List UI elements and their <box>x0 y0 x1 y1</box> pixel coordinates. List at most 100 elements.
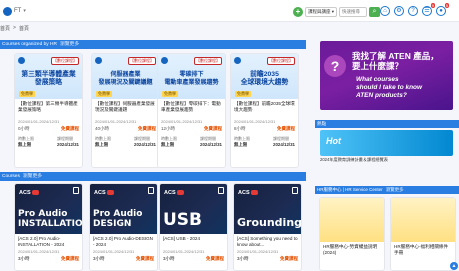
course-title[interactable]: 【數位課程】第三類半導體產業發展策略 <box>15 99 82 119</box>
bookmark-icon[interactable] <box>73 187 79 194</box>
bookmark-icon[interactable] <box>218 187 224 194</box>
aten-promo-banner[interactable]: ? 我找了解 ATEN 產品， 要上什麼課？ What courses shou… <box>320 41 453 110</box>
course-hours: 3小時 <box>93 256 105 261</box>
search-button[interactable]: ⌕ <box>369 6 381 17</box>
view-more-link[interactable]: 瀏覽更多 <box>23 174 42 179</box>
course-hours: 3小時 <box>163 256 175 261</box>
section-title: HR服務中心 | HR Service Center <box>317 187 383 192</box>
course-card[interactable]: ACS Pro Audio DESIGN [ACS 2.0] Pro Audio… <box>89 183 158 271</box>
course-card[interactable]: 【數位課程】 零碳排下 電動車產業發展趨勢 免費學 【數位課程】零碳排下：電動車… <box>157 53 226 168</box>
course-thumbnail: 【數位課程】 零碳排下 電動車產業發展趨勢 免費學 <box>158 54 225 99</box>
section-header-hot: 熱點 <box>315 120 459 128</box>
course-limit-label: 時數上限 <box>234 136 250 141</box>
scroll-to-top-button[interactable]: ▲ <box>450 262 458 270</box>
course-banner: 【數位課程】 <box>51 57 79 65</box>
course-period: 課程期間 2024/12/31 <box>57 136 79 148</box>
course-title[interactable]: [ACS 2.0] Pro Audio-INSTALLATION - 2024 <box>15 234 82 249</box>
notification-icon[interactable]: ☰ 9 <box>422 3 435 16</box>
user-icon[interactable]: ● 5 <box>436 3 449 16</box>
course-card[interactable]: ACS Grounding [ACS] Something you need t… <box>233 183 302 271</box>
course-period-label: 課程期間 <box>57 136 74 141</box>
course-card[interactable]: 【數位課程】 伺服器產業 發展現況及關鍵議題 免費學 【數位課程】伺服器產業發展… <box>91 53 160 168</box>
course-banner: 【數位課程】 <box>128 57 156 65</box>
audio-badge-icon <box>250 190 258 196</box>
search-group: + 課程與講座 ▾ ⌕ <box>293 6 381 17</box>
free-tag: 免費學 <box>162 91 178 97</box>
brand-logo-icon <box>234 57 241 64</box>
course-title[interactable]: 【數位課程】前瞻2035全球環境大趨勢 <box>231 99 298 119</box>
promo-headline-en: What courses should I take to know ATEN … <box>356 76 423 99</box>
search-input[interactable] <box>339 6 368 17</box>
course-price: 免費課程 <box>61 126 79 131</box>
hr-card-title[interactable]: HR服務中心-福利相關條件手冊 <box>391 242 455 256</box>
settings-icon[interactable]: ⚙ <box>394 6 404 16</box>
acs-text: ACS <box>164 190 176 196</box>
search-category-select[interactable]: 課程與講座 ▾ <box>305 6 338 17</box>
course-limit: 時數上限 無上限 <box>161 136 177 148</box>
add-button[interactable]: + <box>293 6 303 17</box>
course-banner: 【數位課程】 <box>194 57 222 65</box>
course-price: 免費課程 <box>206 256 224 261</box>
hr-card-thumbnail <box>391 198 455 242</box>
section-header-hr-courses: Courses organized by HR 瀏覽更多 <box>0 40 306 49</box>
hot-caption[interactable]: 2024年度教育訓練計畫＆課程總覽表 <box>320 157 388 163</box>
course-title[interactable]: [ACS] USB - 2024 <box>160 234 227 249</box>
course-limit-label: 時數上限 <box>161 136 177 141</box>
course-card[interactable]: 【數位課程】 前瞻2035 全球環境大趨勢 免費學 【數位課程】前瞻2035全球… <box>230 53 299 168</box>
chevron-down-icon: ▾ <box>23 8 26 14</box>
course-hours: 0小時 <box>18 126 30 131</box>
course-title[interactable]: 【數位課程】零碳排下：電動車產業發展趨勢 <box>158 99 225 119</box>
view-more-link[interactable]: 瀏覽更多 <box>386 187 404 192</box>
logo-text: FT <box>14 8 22 14</box>
home-icon[interactable]: ⌂ <box>380 6 390 16</box>
hr-card-title[interactable]: HR服務中心-勞資權益說明(2024) <box>320 242 384 256</box>
logo-icon <box>3 6 12 16</box>
course-headline: 零碳排下 電動車產業發展趨勢 <box>164 72 219 86</box>
course-thumbnail: 【數位課程】 伺服器產業 發展現況及關鍵議題 免費學 <box>92 54 159 99</box>
course-card[interactable]: ACS USB [ACS] USB - 2024 2024/01/01-2024… <box>159 183 228 271</box>
course-hours: 3小時 <box>237 256 249 261</box>
bookmark-icon[interactable] <box>292 187 298 194</box>
course-limit-value: 無上限 <box>95 142 109 147</box>
breadcrumb-separator: > <box>13 25 16 31</box>
course-card[interactable]: ACS Pro Audio INSTALLATION [ACS 2.0] Pro… <box>14 183 83 271</box>
section-title: Courses organized by HR <box>2 42 57 47</box>
hot-promo-banner[interactable]: Hot <box>320 130 453 156</box>
hr-center-card[interactable]: HR服務中心-勞資權益說明(2024) <box>319 197 385 271</box>
course-big-title: USB <box>163 210 203 230</box>
breadcrumb-home[interactable]: 首頁 <box>0 25 10 32</box>
course-thumbnail: ACS Pro Audio DESIGN <box>90 184 157 234</box>
course-limit-value: 無上限 <box>18 142 32 147</box>
course-thumbnail: ACS USB <box>160 184 227 234</box>
hr-center-card[interactable]: HR服務中心-福利相關條件手冊 <box>390 197 456 271</box>
course-hours: 8小時 <box>234 126 246 131</box>
course-period-label: 課程期間 <box>273 136 290 141</box>
course-limit-label: 時數上限 <box>18 136 34 141</box>
user-badge: 5 <box>444 3 449 8</box>
course-card[interactable]: 【數位課程】 第三類半導體產業 發展策略 免費學 【數位課程】第三類半導體產業發… <box>14 53 83 168</box>
course-price: 免費課程 <box>138 126 156 131</box>
view-more-link[interactable]: 瀏覽更多 <box>60 42 79 47</box>
top-icon-group: ⌂ ⚙ ? ☰ 9 ● 5 <box>380 3 449 16</box>
acs-label: ACS <box>164 190 184 196</box>
acs-label: ACS <box>238 190 258 196</box>
course-thumbnail: ACS Grounding <box>234 184 301 234</box>
course-title[interactable]: 【數位課程】伺服器產業發展現況及關鍵議題 <box>92 99 159 119</box>
course-hours: 40小時 <box>95 126 110 131</box>
free-tag: 免費學 <box>19 91 35 97</box>
course-thumbnail: 【數位課程】 前瞻2035 全球環境大趨勢 免費學 <box>231 54 298 99</box>
course-price: 免費課程 <box>204 126 222 131</box>
free-tag: 免費學 <box>96 91 112 97</box>
course-title[interactable]: [ACS] Something you need to know about..… <box>234 234 301 249</box>
bookmark-icon[interactable] <box>148 187 154 194</box>
site-logo[interactable]: FT ▾ <box>3 6 29 16</box>
course-hours: 12小時 <box>161 126 176 131</box>
hot-text: Hot <box>326 136 341 146</box>
course-title[interactable]: [ACS 2.0] Pro Audio-DESIGN - 2024 <box>90 234 157 249</box>
course-period: 課程期間 2024/12/31 <box>134 136 156 148</box>
section-title: Courses <box>2 174 20 179</box>
help-icon[interactable]: ? <box>408 6 418 16</box>
course-period-value: 2024/12/31 <box>134 142 156 147</box>
search-category-value: 課程與講座 <box>308 8 331 14</box>
section-header-hr-center: HR服務中心 | HR Service Center 瀏覽更多 <box>315 186 459 194</box>
